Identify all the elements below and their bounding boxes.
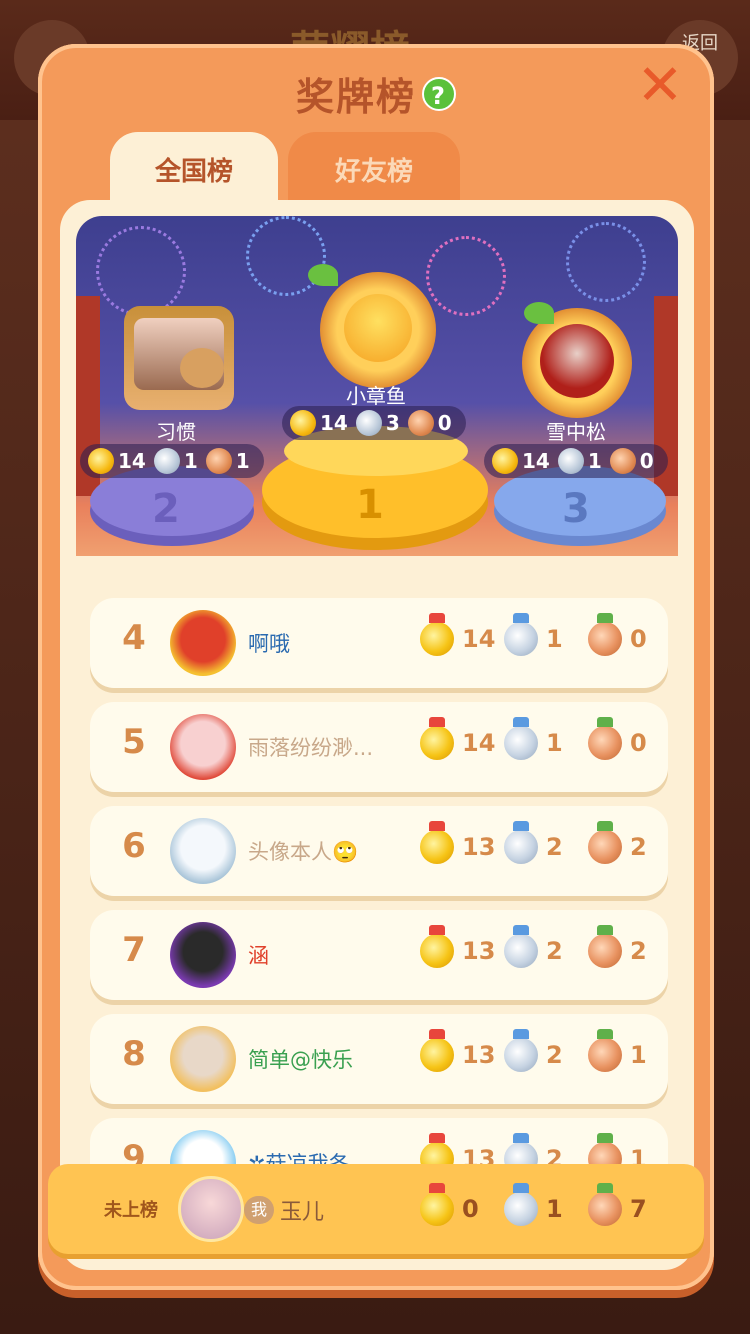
row-rank: 5: [122, 722, 146, 762]
avatar: [170, 1026, 236, 1092]
sunflower-avatar: [344, 294, 412, 362]
bronze-medal-icon: [588, 821, 622, 864]
my-rank-bar[interactable]: 未上榜 我 玉儿 0 1 7: [48, 1164, 704, 1254]
gold-medal-icon: [420, 1029, 454, 1072]
podium-first-name: 小章鱼: [346, 384, 406, 408]
avatar: [540, 324, 614, 398]
row-rank: 8: [122, 1034, 146, 1074]
gold-medal-icon: [420, 613, 454, 656]
row-medals: 13 2 1: [420, 1029, 672, 1072]
leaderboard-row[interactable]: 4 啊哦 14 1 0: [90, 598, 668, 688]
row-name: 啊哦: [248, 632, 290, 656]
leaderboard-row[interactable]: 7 涵 13 2 2: [90, 910, 668, 1000]
gold-medal-icon: [420, 821, 454, 864]
bronze-medal-icon: [588, 613, 622, 656]
podium-area: 2 3 1 习惯 14 1 1 小章鱼 14 3 0 雪中松 14 1 0: [76, 216, 678, 556]
podium-third-medals: 14 1 0: [484, 444, 668, 478]
row-name: 头像本人🙄: [248, 840, 359, 864]
close-icon[interactable]: ✕: [636, 58, 684, 114]
avatar: [170, 922, 236, 988]
row-name: 简单@快乐: [248, 1048, 353, 1072]
row-medals: 13 2 2: [420, 821, 672, 864]
silver-medal-icon: [557, 448, 584, 474]
row-rank: 6: [122, 826, 146, 866]
podium-first-medals: 14 3 0: [282, 406, 466, 440]
bronze-medal-icon: [588, 1183, 622, 1226]
silver-medal-icon: [504, 1183, 538, 1226]
avatar: [170, 714, 236, 780]
firework-decoration: [426, 236, 506, 316]
pedestal-rank-3: 3: [562, 486, 590, 532]
gold-medal-icon: [420, 717, 454, 760]
firework-decoration: [96, 226, 186, 316]
avatar: [170, 818, 236, 884]
my-avatar: [178, 1176, 244, 1242]
gold-medal-icon: [290, 410, 316, 436]
modal-title: 奖牌榜?: [38, 66, 714, 121]
gold-medal-icon: [420, 1183, 454, 1226]
leaderboard-row[interactable]: 5 雨落纷纷渺... 14 1 0: [90, 702, 668, 792]
leaderboard-row[interactable]: 6 头像本人🙄 13 2 2: [90, 806, 668, 896]
row-medals: 14 1 0: [420, 613, 672, 656]
silver-medal-icon: [355, 410, 382, 436]
bronze-medal-icon: [407, 410, 434, 436]
bronze-medal-icon: [588, 1029, 622, 1072]
my-rank-status: 未上榜: [104, 1200, 158, 1221]
leaf-icon: [524, 302, 554, 324]
avatar: [124, 306, 234, 410]
row-name: 涵: [248, 944, 269, 968]
row-rank: 4: [122, 618, 146, 658]
podium-second-name: 习惯: [156, 420, 196, 444]
silver-medal-icon: [504, 821, 538, 864]
modal-title-text: 奖牌榜: [295, 75, 416, 119]
gold-medal-icon: [492, 448, 518, 474]
leaderboard-row[interactable]: 8 简单@快乐 13 2 1: [90, 1014, 668, 1104]
bronze-medal-icon: [205, 448, 232, 474]
firework-decoration: [566, 222, 646, 302]
bronze-medal-icon: [588, 925, 622, 968]
my-medals: 0 1 7: [420, 1183, 672, 1226]
me-badge: 我: [244, 1196, 274, 1224]
silver-medal-icon: [504, 717, 538, 760]
row-name: 雨落纷纷渺...: [248, 736, 374, 760]
gold-medal-icon: [88, 448, 114, 474]
leaf-icon: [308, 264, 338, 286]
avatar: [170, 610, 236, 676]
podium-second-medals: 14 1 1: [80, 444, 264, 478]
question-icon[interactable]: ?: [422, 77, 456, 111]
row-medals: 14 1 0: [420, 717, 672, 760]
row-rank: 7: [122, 930, 146, 970]
my-name: 玉儿: [280, 1200, 325, 1225]
bear-icon: [180, 348, 224, 388]
leaderboard-panel: 2 3 1 习惯 14 1 1 小章鱼 14 3 0 雪中松 14 1 0 4 …: [60, 200, 694, 1270]
medal-leaderboard-modal: 奖牌榜? ✕ 全国榜 好友榜 2 3 1 习惯 14 1 1 小章鱼 14 3 …: [38, 44, 714, 1290]
silver-medal-icon: [504, 925, 538, 968]
silver-medal-icon: [504, 613, 538, 656]
row-medals: 13 2 2: [420, 925, 672, 968]
gold-medal-icon: [420, 925, 454, 968]
pedestal-rank-2: 2: [152, 486, 180, 532]
podium-third-name: 雪中松: [546, 420, 606, 444]
silver-medal-icon: [153, 448, 180, 474]
bronze-medal-icon: [609, 448, 636, 474]
silver-medal-icon: [504, 1029, 538, 1072]
pedestal-rank-1: 1: [356, 482, 384, 528]
bronze-medal-icon: [588, 717, 622, 760]
